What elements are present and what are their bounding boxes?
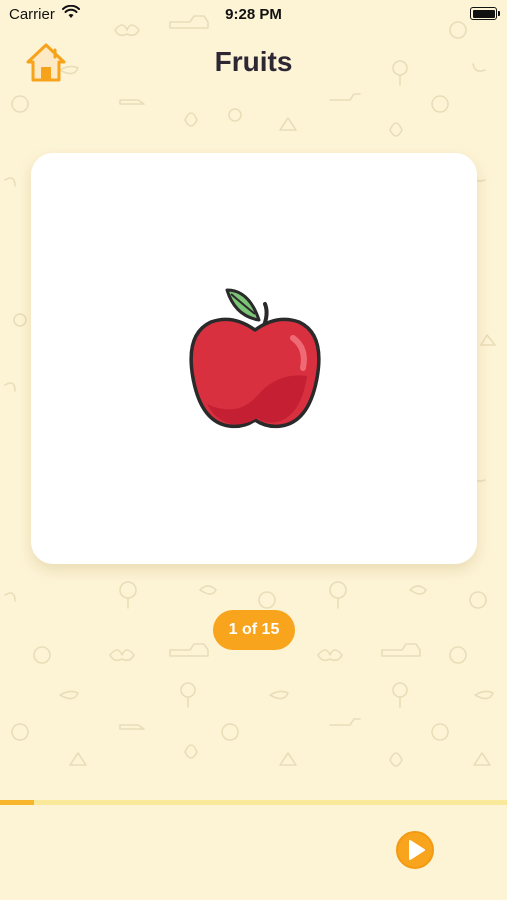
card-counter-badge: 1 of 15 xyxy=(213,610,295,650)
play-button[interactable] xyxy=(395,830,435,870)
flashcard[interactable] xyxy=(31,153,477,564)
play-icon xyxy=(396,831,434,869)
battery-icon xyxy=(470,7,500,20)
status-bar: Carrier 9:28 PM xyxy=(0,0,507,28)
page-title: Fruits xyxy=(214,46,293,77)
status-time: 9:28 PM xyxy=(225,6,282,23)
apple-icon xyxy=(189,288,321,429)
